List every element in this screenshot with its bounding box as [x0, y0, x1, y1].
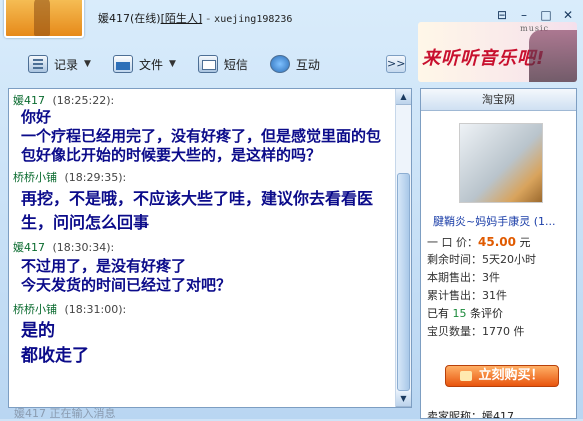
time-left-label: 剩余时间：: [427, 253, 482, 266]
avatar-figure: [34, 0, 50, 36]
file-icon: [112, 55, 133, 73]
message-line: 都收走了: [21, 346, 89, 366]
chat-window: 媛417(在线)[陌生人] - xuejing198236 ⊟ – □ ✕ 记录 ▼…: [0, 0, 583, 420]
scroll-thumb[interactable]: [397, 173, 410, 391]
stock-label: 宝贝数量：: [427, 325, 482, 338]
banner-slogan: 来听听音乐吧!: [422, 48, 546, 69]
buy-now-label: 立刻购买！: [478, 368, 544, 383]
sold-period-label: 本期售出：: [427, 271, 482, 284]
cart-icon: [460, 370, 473, 381]
contact-account: xuejing198236: [214, 14, 293, 25]
sold-period-value: 3件: [482, 271, 500, 284]
message-line: 不过用了，是没有好疼了: [21, 257, 187, 275]
shop-panel: 淘宝网 腱鞘炎~妈妈手康灵 (1... 一 口 价：45.00 元 剩余时间：5…: [420, 88, 577, 419]
message-body: 再挖，不是哦，不应该大些了哇，建议你去看看医生，问问怎么回事: [9, 187, 411, 235]
seller-row: 卖家昵称：媛417: [427, 408, 514, 419]
window-title: 媛417(在线)[陌生人] - xuejing198236: [98, 10, 292, 26]
message-sender: 媛417: [13, 241, 45, 254]
buy-now-button[interactable]: 立刻购买！: [445, 365, 559, 387]
sold-period-row: 本期售出：3件: [427, 269, 500, 285]
toolbar: 记录 ▼ 文件 ▼ 短信 互动: [0, 48, 410, 80]
message-sender: 媛417: [13, 94, 45, 107]
sold-total-value: 31件: [482, 289, 507, 302]
message-line: 再挖，不是哦，不应该大些了哇，建议你去看看医生，问问怎么回事: [21, 189, 374, 232]
contact-status: (在线): [130, 12, 161, 25]
sms-icon: [197, 55, 218, 73]
message-line: 一个疗程已经用完了，没有好疼了，但是感觉里面的包包好像比开始的时候要大些的，是这…: [21, 127, 382, 164]
product-name-link[interactable]: 腱鞘炎~妈妈手康灵 (1...: [433, 213, 575, 229]
records-icon: [28, 55, 48, 73]
price-label: 一 口 价：: [427, 236, 478, 249]
banner-photo: [529, 30, 577, 82]
message-sender: 桥桥小铺: [13, 303, 57, 316]
file-label: 文件: [138, 57, 163, 72]
seller-label: 卖家昵称：: [427, 410, 482, 419]
interact-icon: [269, 55, 290, 73]
price-unit: 元: [519, 236, 531, 249]
message-line: 今天发货的时间已经过了对吧？: [21, 276, 232, 294]
interact-label: 互动: [295, 57, 320, 72]
message-sender: 桥桥小铺: [13, 171, 57, 184]
records-dropdown-icon[interactable]: ▼: [84, 59, 91, 69]
sold-total-label: 累计售出：: [427, 289, 482, 302]
message-time: (18:29:35):: [64, 171, 127, 184]
contact-name: 媛417: [98, 12, 130, 25]
stock-row: 宝贝数量：1770 件: [427, 323, 525, 339]
message-body: 不过用了，是没有好疼了 今天发货的时间已经过了对吧？: [9, 257, 411, 295]
product-image[interactable]: [459, 123, 543, 203]
interact-button[interactable]: 互动: [269, 55, 320, 73]
sms-button[interactable]: 短信: [197, 55, 248, 73]
message-header: 媛417 (18:30:34):: [9, 239, 411, 255]
contact-relation[interactable]: [陌生人]: [161, 12, 203, 25]
scroll-up-icon[interactable]: ▲: [396, 89, 411, 105]
reviews-suffix: 条评价: [470, 307, 503, 320]
shop-header: 淘宝网: [421, 89, 576, 111]
chat-history[interactable]: 媛417 (18:25:22): 你好 一个疗程已经用完了，没有好疼了，但是感觉…: [8, 88, 412, 408]
records-button[interactable]: 记录 ▼: [28, 55, 91, 73]
music-banner[interactable]: music 来听听音乐吧!: [418, 22, 577, 82]
reviews-prefix: 已有: [427, 307, 449, 320]
message-header: 桥桥小铺 (18:31:00):: [9, 301, 411, 317]
contact-avatar[interactable]: [4, 0, 84, 38]
toolbar-more-button[interactable]: >>: [386, 55, 406, 73]
message-line: 是的: [21, 321, 55, 341]
message-line: 你好: [21, 108, 52, 126]
file-dropdown-icon[interactable]: ▼: [169, 59, 176, 69]
sms-label: 短信: [223, 57, 248, 72]
price-value: 45.00: [478, 235, 516, 249]
message-header: 媛417 (18:25:22):: [9, 92, 411, 108]
message-body: 是的 都收走了: [9, 319, 411, 369]
reviews-row[interactable]: 已有 15 条评价: [427, 305, 503, 321]
message-header: 桥桥小铺 (18:29:35):: [9, 169, 411, 185]
message-time: (18:30:34):: [52, 241, 115, 254]
sold-total-row: 累计售出：31件: [427, 287, 507, 303]
stock-value: 1770 件: [482, 325, 525, 338]
reviews-count[interactable]: 15: [453, 307, 467, 320]
title-separator: -: [206, 12, 211, 25]
file-button[interactable]: 文件 ▼: [112, 55, 176, 73]
scroll-down-icon[interactable]: ▼: [396, 391, 411, 407]
chat-scrollbar[interactable]: ▲ ▼: [395, 89, 411, 407]
message-body: 你好 一个疗程已经用完了，没有好疼了，但是感觉里面的包包好像比开始的时候要大些的…: [9, 108, 411, 165]
records-label: 记录: [54, 57, 79, 72]
price-row: 一 口 价：45.00 元: [427, 234, 530, 250]
message-time: (18:31:00):: [64, 303, 127, 316]
message-time: (18:25:22):: [52, 94, 115, 107]
time-left-value: 5天20小时: [482, 253, 536, 266]
time-left-row: 剩余时间：5天20小时: [427, 251, 536, 267]
seller-name[interactable]: 媛417: [482, 410, 514, 418]
